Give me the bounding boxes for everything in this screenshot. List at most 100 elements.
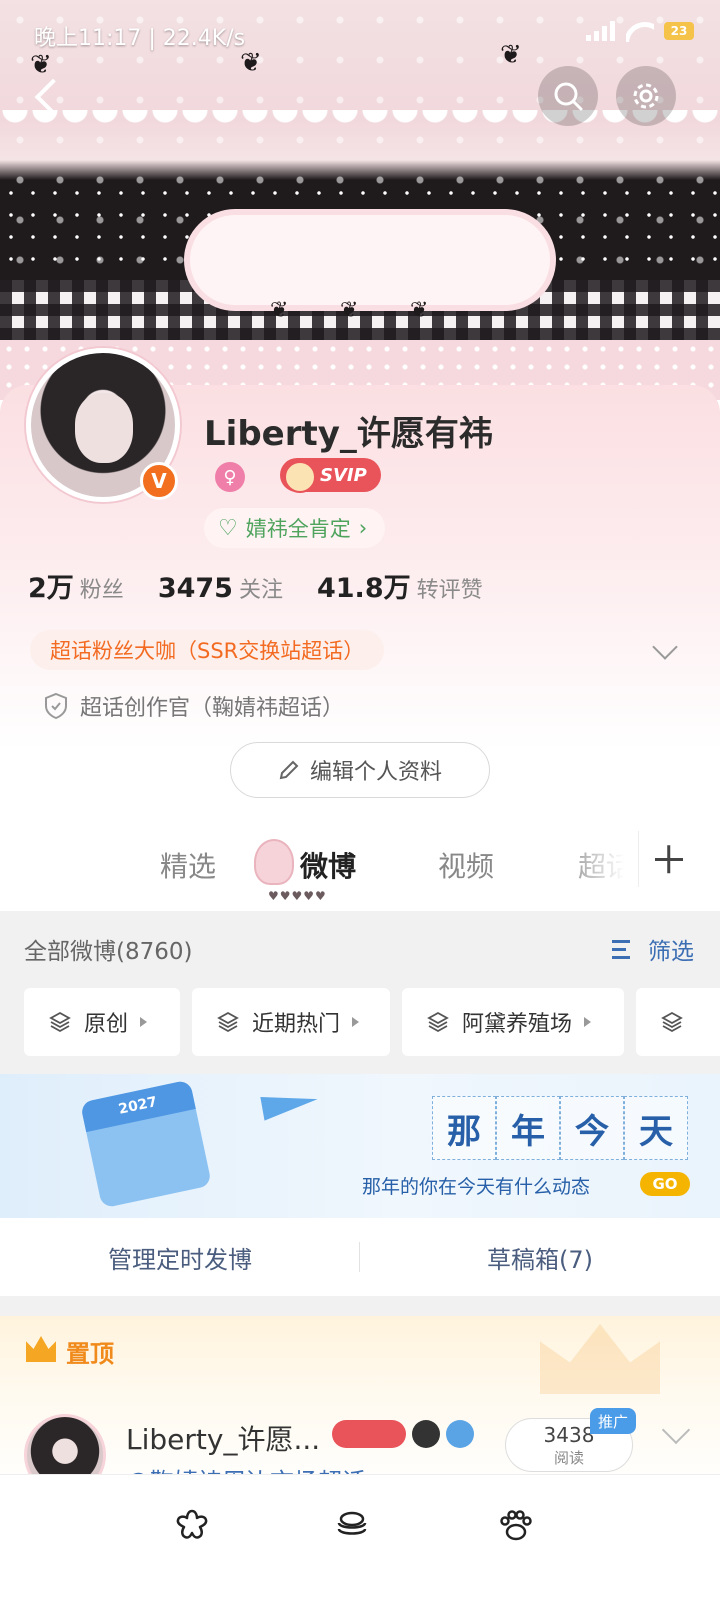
stat-following[interactable]: 3475 关注: [158, 572, 283, 604]
tab-video[interactable]: 视频: [438, 845, 494, 885]
add-tab-button[interactable]: [638, 831, 694, 887]
status-icons: 23: [586, 20, 694, 42]
chip-original[interactable]: 原创: [24, 988, 180, 1056]
lace-decoration: [0, 110, 720, 140]
signal-icon: [586, 21, 616, 41]
stat-label: 转评赞: [416, 578, 483, 603]
cloud-illustration: [190, 215, 550, 305]
status-time: 晚上11:17 | 22.4K/s: [34, 26, 246, 51]
svip-badge[interactable]: SVIP: [280, 458, 381, 493]
on-this-day-banner[interactable]: 2027 那 年 今 天 那年的你在今天有什么动态 GO: [0, 1074, 720, 1218]
nav-home[interactable]: [172, 1505, 212, 1545]
tab-weibo[interactable]: 微博: [300, 845, 356, 885]
stat-label: 粉丝: [79, 578, 124, 603]
female-icon: ♀: [215, 462, 245, 492]
filter-label: 筛选: [648, 939, 694, 965]
stat-followers[interactable]: 2万 粉丝: [28, 566, 124, 605]
caret-right-icon: [584, 1017, 592, 1027]
tab-mascot-icon: [254, 839, 294, 885]
wifi-icon: [626, 20, 654, 42]
post-author-badges: [332, 1420, 474, 1448]
fan-tag-label: 婧祎全肯定: [245, 517, 351, 541]
fan-tag-icon: ♡: [218, 515, 238, 541]
cake-icon: [337, 1511, 367, 1535]
verified-badge-icon: V: [140, 462, 178, 500]
manage-scheduled-button[interactable]: 管理定时发博: [0, 1218, 360, 1296]
calendar-icon: 2027: [79, 1079, 213, 1209]
category-chips: 原创 近期热门 阿黛养殖场: [24, 988, 720, 1056]
fan-tag[interactable]: ♡ 婧祎全肯定 ›: [204, 508, 386, 548]
search-icon: [554, 82, 583, 111]
stat-value: 2万: [28, 573, 74, 604]
shield-icon: [45, 692, 67, 720]
chip-more[interactable]: [636, 988, 720, 1056]
title-char: 年: [496, 1096, 560, 1160]
profile-stats: 2万 粉丝 3475 关注 41.8万 转评赞: [28, 566, 483, 605]
stat-interactions[interactable]: 41.8万 转评赞: [317, 566, 483, 605]
go-button[interactable]: GO: [640, 1172, 690, 1196]
chip-label: 阿黛养殖场: [462, 1012, 573, 1037]
gear-icon: [633, 83, 659, 109]
layers-icon: [661, 1011, 683, 1033]
calendar-year: 2027: [79, 1079, 196, 1133]
chevron-right-icon: ›: [358, 516, 368, 540]
ssr-fan-tag[interactable]: 超话粉丝大咖（SSR交换站超话）: [30, 630, 385, 670]
paper-plane-icon: [260, 1087, 320, 1121]
bow-icon: ❦: [340, 298, 359, 323]
profile-tabs: 精选 微博 ♥♥♥♥♥ 视频 超话: [0, 815, 720, 911]
read-count-label: 阅读: [553, 1449, 584, 1467]
title-char: 天: [624, 1096, 688, 1160]
avatar-face: [75, 393, 133, 463]
on-this-day-subtitle: 那年的你在今天有什么动态: [362, 1176, 591, 1198]
edit-profile-button[interactable]: 编辑个人资料: [230, 742, 490, 798]
drafts-button[interactable]: 草稿箱(7): [360, 1218, 720, 1296]
pinned-label: 置顶: [66, 1340, 114, 1368]
shark-icon: [446, 1420, 474, 1448]
title-char: 今: [560, 1096, 624, 1160]
filter-button[interactable]: 筛选: [612, 932, 694, 966]
tab-fade: [560, 815, 640, 911]
layers-icon: [217, 1011, 239, 1033]
post-author-name[interactable]: Liberty_许愿...: [126, 1418, 320, 1458]
creator-label: 超话创作官（鞠婧祎超话）: [80, 696, 345, 721]
crown-decoration-icon: [540, 1324, 660, 1394]
paw-icon: [500, 1510, 532, 1541]
panda-icon: [412, 1420, 440, 1448]
stat-value: 41.8万: [316, 573, 411, 604]
caret-right-icon: [140, 1017, 148, 1027]
nav-cake[interactable]: [332, 1505, 372, 1545]
promote-tag[interactable]: 推广: [590, 1408, 637, 1434]
filter-icon: [612, 938, 640, 960]
all-posts-count: 全部微博(8760): [24, 939, 193, 965]
bow-icon: ❦: [270, 298, 289, 323]
chip-recent-hot[interactable]: 近期热门: [192, 988, 390, 1056]
tab-featured[interactable]: 精选: [160, 845, 216, 885]
edit-profile-label: 编辑个人资料: [309, 760, 442, 785]
stat-value: 3475: [157, 573, 233, 604]
stat-label: 关注: [238, 578, 283, 603]
nav-paw[interactable]: [496, 1505, 536, 1545]
layers-icon: [49, 1011, 71, 1033]
chip-label: 原创: [84, 1012, 129, 1037]
crown-icon: [26, 1336, 56, 1362]
flower-icon: [176, 1509, 208, 1539]
status-bar: 晚上11:17 | 22.4K/s 23: [0, 0, 720, 66]
tab-hearts-decoration: ♥♥♥♥♥: [268, 889, 327, 903]
svip-badge-icon: [332, 1420, 406, 1448]
battery-icon: 23: [664, 22, 694, 40]
chip-adai-farm[interactable]: 阿黛养殖场: [402, 988, 624, 1056]
bottom-nav: [0, 1474, 720, 1600]
on-this-day-title: 那 年 今 天: [432, 1096, 688, 1160]
profile-username: Liberty_许愿有祎: [204, 414, 493, 454]
manage-bar: 管理定时发博 草稿箱(7): [0, 1218, 720, 1296]
back-button[interactable]: [22, 72, 72, 122]
title-char: 那: [432, 1096, 496, 1160]
chip-label: 近期热门: [252, 1012, 341, 1037]
layers-icon: [427, 1011, 449, 1033]
creator-row[interactable]: 超话创作官（鞠婧祎超话）: [44, 690, 344, 722]
settings-button[interactable]: [616, 66, 676, 126]
pencil-icon: [279, 760, 299, 780]
search-button[interactable]: [538, 66, 598, 126]
caret-right-icon: [352, 1017, 360, 1027]
bow-icon: ❦: [410, 298, 429, 323]
